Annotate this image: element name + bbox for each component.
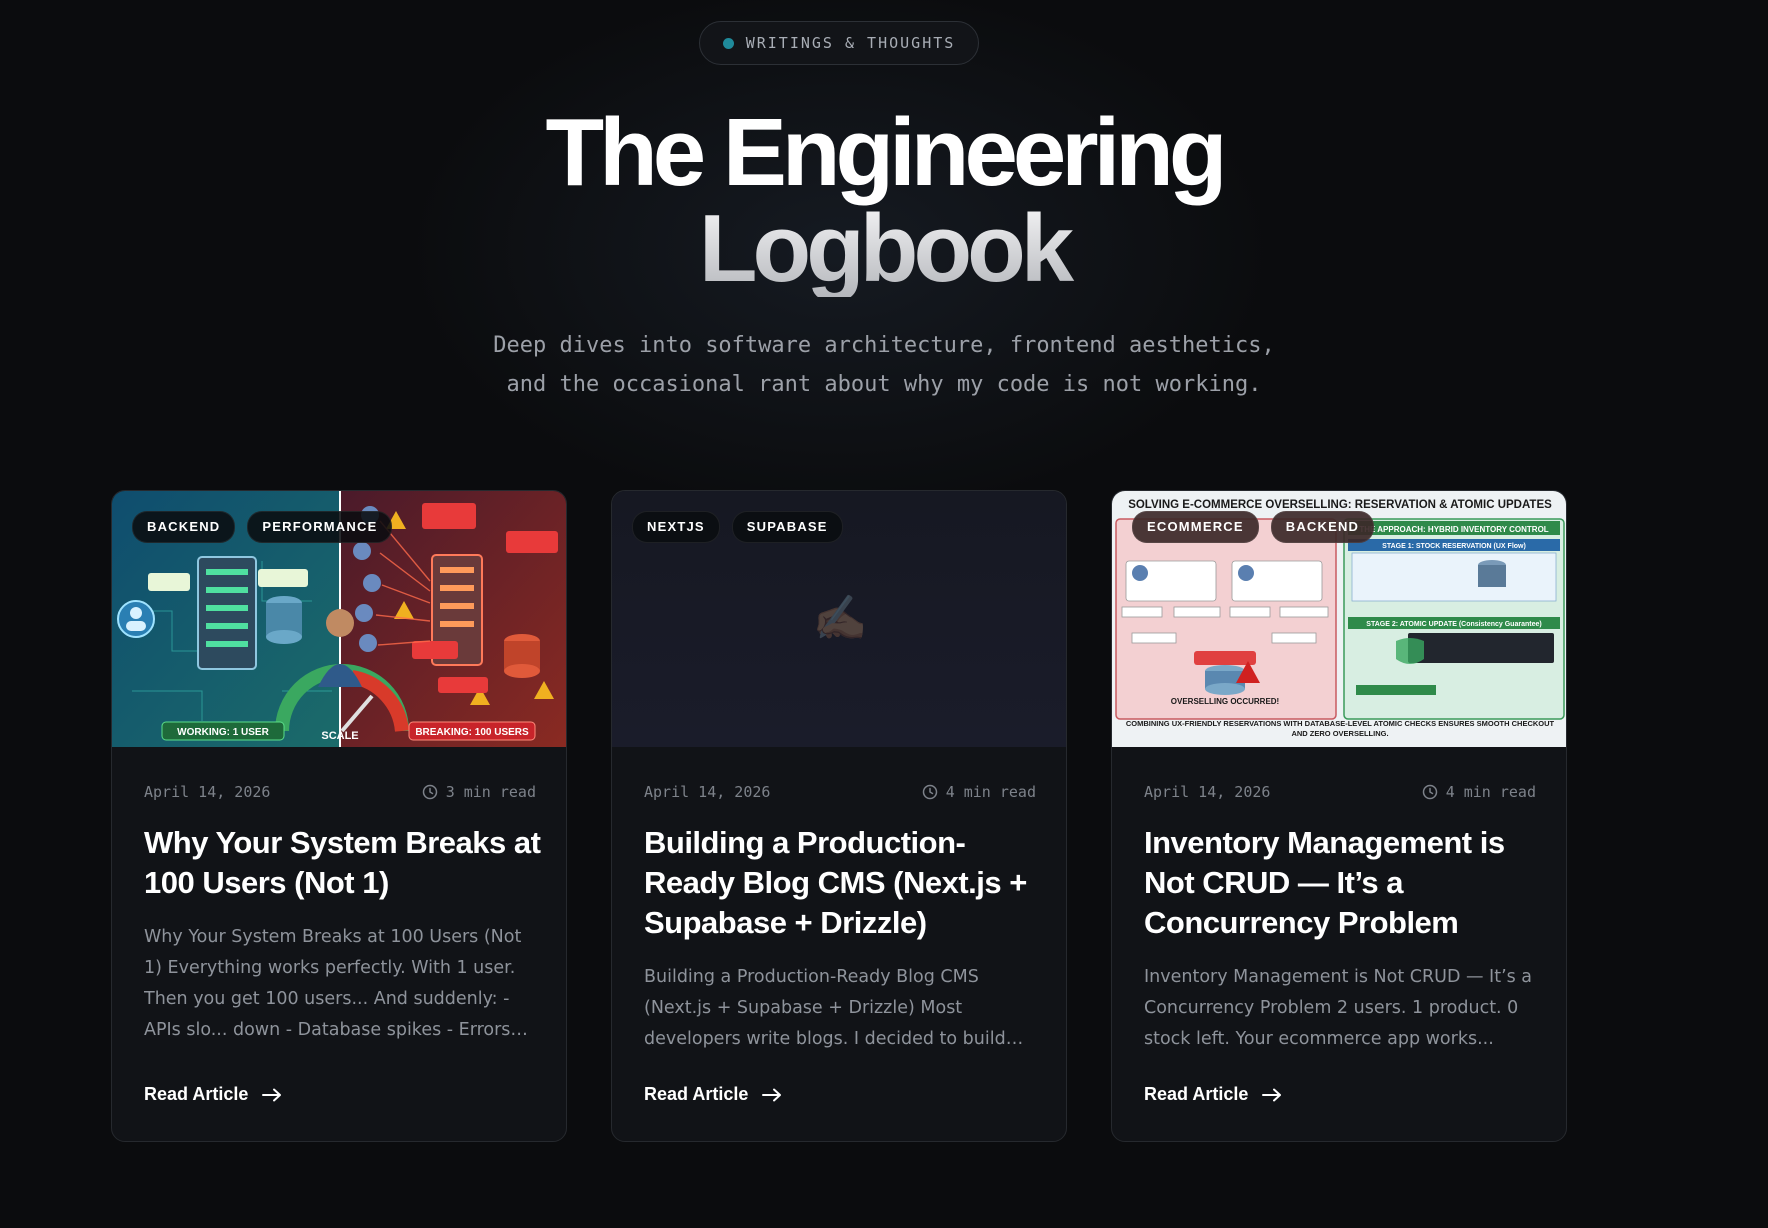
read-article-link[interactable]: Read Article [144,1084,282,1105]
status-dot-icon [722,37,734,49]
article-thumbnail[interactable]: SOLVING E-COMMERCE OVERSELLING: RESERVAT… [1112,491,1566,747]
article-date: April 14, 2026 [144,783,271,801]
arrow-right-icon [762,1088,782,1101]
article-grid: WORKING: 1 USER SCALE BREAKING: 100 USER… [111,490,1567,1142]
tag-backend[interactable]: BACKEND [132,511,236,543]
page-subtitle: Deep dives into software architecture, f… [0,326,1768,404]
tag-list: NEXTJS SUPABASE [632,511,843,543]
read-time: 4 min read [1422,783,1536,801]
article-meta: April 14, 2026 4 min read [644,780,1036,804]
clock-icon [922,784,937,800]
tag-list: BACKEND PERFORMANCE [132,511,393,543]
article-excerpt: Inventory Management is Not CRUD — It’s … [1144,967,1533,1049]
tag-performance[interactable]: PERFORMANCE [247,511,393,543]
hero-section: WRITINGS & THOUGHTS The Engineering Logb… [0,0,1768,460]
section-badge: WRITINGS & THOUGHTS [699,21,979,65]
article-excerpt: Building a Production-Ready Blog CMS (Ne… [644,967,1006,1049]
article-thumbnail[interactable]: ✍🏽 NEXTJS SUPABASE [612,491,1066,747]
writing-hand-emoji: ✍🏽 [812,593,868,644]
article-card[interactable]: ✍🏽 NEXTJS SUPABASE April 14, 2026 4 min … [611,490,1067,1142]
article-thumbnail[interactable]: WORKING: 1 USER SCALE BREAKING: 100 USER… [112,491,566,747]
infographic-footer: COMBINING UX-FRIENDLY RESERVATIONS WITH … [1125,719,1555,738]
thumb-working-label: WORKING: 1 USER [177,727,269,738]
approach-label: THE APPROACH: HYBRID INVENTORY CONTROL [1359,525,1548,534]
read-time-label: 3 min read [445,783,536,801]
read-article-label: Read Article [144,1084,249,1104]
tag-list: ECOMMERCE BACKEND [1132,511,1375,543]
article-excerpt: Why Your System Breaks at 100 Users (Not… [144,927,522,1040]
stage1-label: STAGE 1: STOCK RESERVATION (UX Flow) [1382,543,1526,550]
tag-backend[interactable]: BACKEND [1270,511,1375,543]
read-article-link[interactable]: Read Article [1144,1084,1282,1105]
article-card[interactable]: WORKING: 1 USER SCALE BREAKING: 100 USER… [111,490,567,1142]
tag-ecommerce[interactable]: ECOMMERCE [1132,511,1259,543]
article-title[interactable]: Why Your System Breaks at 100 Users (Not… [144,823,544,903]
article-card[interactable]: SOLVING E-COMMERCE OVERSELLING: RESERVAT… [1111,490,1567,1142]
clock-icon [1422,784,1437,800]
read-time: 4 min read [922,783,1036,801]
oversell-label: OVERSELLING OCCURRED! [1171,697,1279,706]
read-article-label: Read Article [1144,1084,1249,1104]
subtitle-line-1: Deep dives into software architecture, f… [493,333,1275,358]
read-article-label: Read Article [644,1084,749,1104]
read-article-link[interactable]: Read Article [644,1084,782,1105]
article-meta: April 14, 2026 4 min read [1144,780,1536,804]
read-time: 3 min read [422,783,536,801]
article-title[interactable]: Inventory Management is Not CRUD — It’s … [1144,823,1544,943]
page-title-line-1: The Engineering [545,99,1227,206]
read-time-label: 4 min read [945,783,1036,801]
article-meta: April 14, 2026 3 min read [144,780,536,804]
article-date: April 14, 2026 [644,783,771,801]
infographic-heading: SOLVING E-COMMERCE OVERSELLING: RESERVAT… [1128,499,1552,511]
thumb-breaking-label: BREAKING: 100 USERS [415,727,529,738]
badge-label: WRITINGS & THOUGHTS [745,34,956,52]
tag-nextjs[interactable]: NEXTJS [632,511,720,543]
subtitle-line-2: and the occasional rant about why my cod… [506,372,1262,397]
read-time-label: 4 min read [1445,783,1536,801]
tag-supabase[interactable]: SUPABASE [731,511,843,543]
thumb-scale-label: SCALE [321,730,358,742]
arrow-right-icon [1262,1088,1282,1101]
page-title-line-2: Logbook [0,201,1768,297]
stage2-label: STAGE 2: ATOMIC UPDATE (Consistency Guar… [1366,621,1541,628]
article-date: April 14, 2026 [1144,783,1271,801]
article-title[interactable]: Building a Production-Ready Blog CMS (Ne… [644,823,1044,943]
arrow-right-icon [262,1088,282,1101]
clock-icon [422,784,437,800]
